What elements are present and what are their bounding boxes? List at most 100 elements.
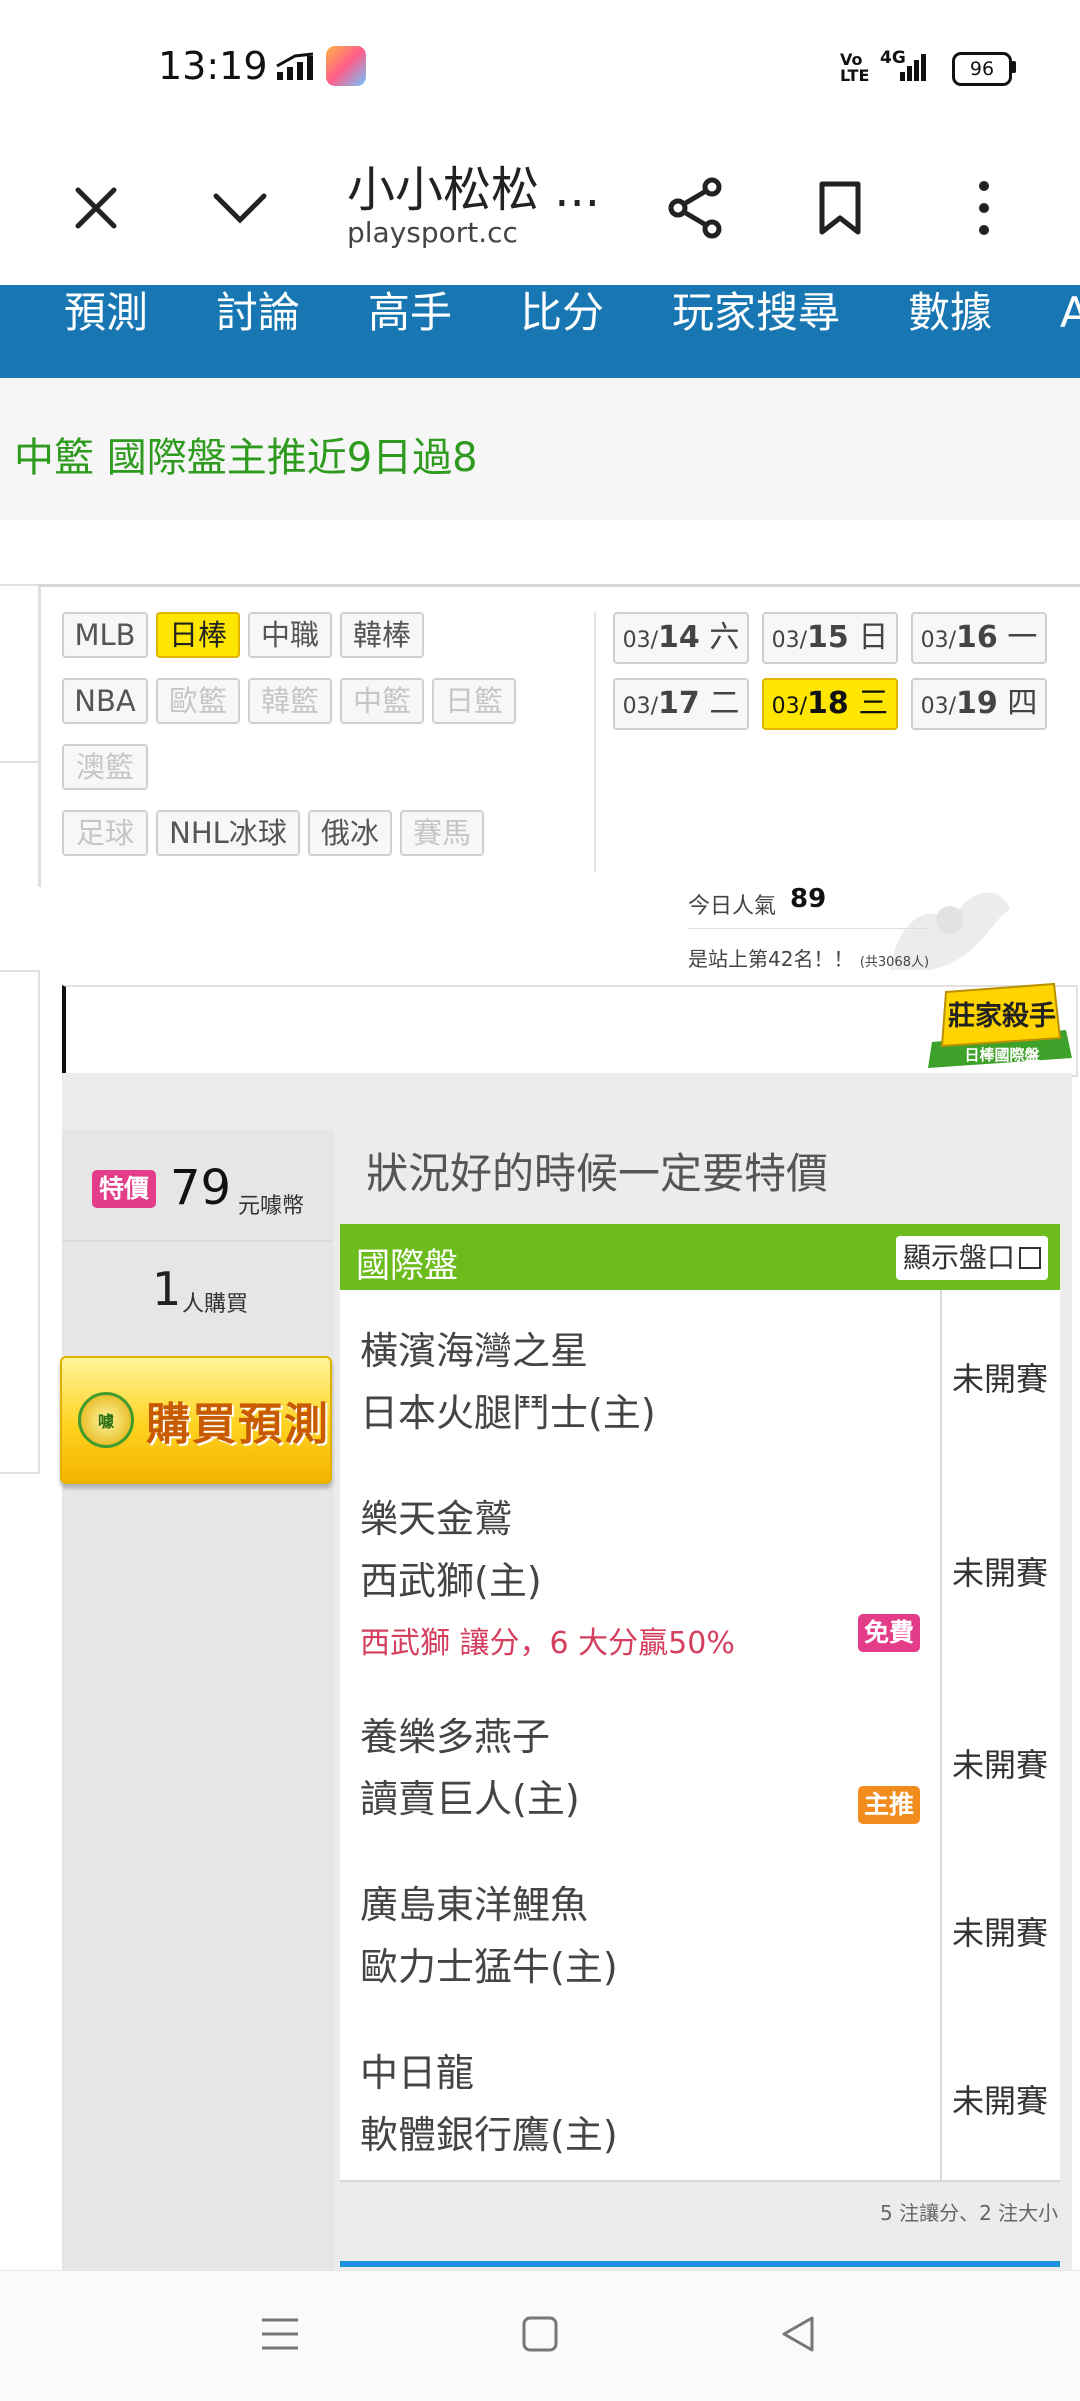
page-title: 小小松松 ... bbox=[347, 162, 601, 218]
league-chip-disabled: 賽馬 bbox=[400, 810, 484, 856]
free-tag: 免費 bbox=[858, 1614, 920, 1652]
show-odds-label: 顯示盤口 bbox=[902, 1241, 1015, 1274]
table-row[interactable]: 中日龍 軟體銀行鷹(主) 未開賽 bbox=[340, 2012, 1060, 2182]
dealer-killer-badge: 莊家殺手 日棒國際盤 bbox=[924, 980, 1074, 1072]
nav-item-scores[interactable]: 比分 bbox=[520, 285, 604, 378]
back-triangle-icon[interactable] bbox=[758, 2302, 838, 2366]
buyers-count: 1 bbox=[152, 1262, 182, 1316]
row-divider bbox=[940, 1458, 942, 1676]
volte-indicator: Vo LTE bbox=[840, 50, 870, 85]
date-chip[interactable]: 03/15 日 bbox=[762, 612, 898, 664]
offer-divider bbox=[62, 1240, 334, 1242]
nav-item-player-search[interactable]: 玩家搜尋 bbox=[672, 285, 840, 378]
bet-summary: 5 注讓分、2 注大小 bbox=[880, 2201, 1059, 2225]
home-team: 軟體銀行鷹(主) bbox=[360, 2113, 618, 2157]
cell-signal-icon bbox=[900, 52, 928, 86]
home-team: 西武獅(主) bbox=[360, 1559, 542, 1603]
page-url[interactable]: playsport.cc bbox=[347, 216, 518, 249]
date-chip[interactable]: 03/19 四 bbox=[911, 678, 1047, 730]
status-time: 13:19 bbox=[158, 44, 268, 88]
menu-icon[interactable] bbox=[240, 2302, 320, 2366]
league-chip-active[interactable]: 日棒 bbox=[156, 612, 240, 658]
badge-title: 莊家殺手 bbox=[948, 1001, 1056, 1032]
battery-tip bbox=[1011, 61, 1016, 73]
table-title: 國際盤 bbox=[356, 1246, 458, 1286]
match-status: 未開賽 bbox=[952, 1914, 1049, 1952]
prediction-note: 西武獅 讓分，6 大分贏50% bbox=[360, 1626, 735, 1661]
offer-slogan: 狀況好的時候一定要特價 bbox=[366, 1149, 829, 1198]
date-chip[interactable]: 03/16 一 bbox=[911, 612, 1047, 664]
nav-item-predict[interactable]: 預測 bbox=[64, 285, 148, 378]
league-chip-disabled: 韓籃 bbox=[248, 678, 332, 724]
league-chip[interactable]: MLB bbox=[62, 612, 148, 658]
coin-icon: 噱 bbox=[78, 1392, 134, 1448]
league-chip[interactable]: NHL冰球 bbox=[156, 810, 300, 856]
away-team: 橫濱海灣之星 bbox=[360, 1329, 589, 1373]
rank-divider bbox=[688, 928, 928, 929]
panel-divider bbox=[594, 612, 596, 872]
row-divider bbox=[940, 1290, 942, 1458]
row-divider bbox=[940, 1676, 942, 1844]
side-panel bbox=[0, 584, 40, 763]
buy-prediction-button[interactable]: 噱 購買預測 bbox=[60, 1356, 332, 1484]
checkbox-icon bbox=[1019, 1247, 1041, 1269]
badge-subtitle: 日棒國際盤 bbox=[964, 1046, 1040, 1064]
chevron-down-icon[interactable] bbox=[200, 168, 280, 248]
rank-text: 是站上第42名！！ (共3068人) bbox=[688, 943, 929, 972]
app-notification-icon bbox=[326, 46, 366, 86]
main-nav: 預測 討論 高手 比分 玩家搜尋 數據 A bbox=[0, 285, 1080, 378]
popularity-value: 89 bbox=[790, 884, 827, 914]
rank-total: (共3068人) bbox=[859, 955, 930, 970]
buyers-unit: 人購買 bbox=[182, 1292, 249, 1317]
nav-item-overflow[interactable]: A bbox=[1060, 285, 1080, 378]
date-chip[interactable]: 03/17 二 bbox=[613, 678, 749, 730]
nav-item-discuss[interactable]: 討論 bbox=[216, 285, 300, 378]
match-status: 未開賽 bbox=[952, 1746, 1049, 1784]
main-pick-tag: 主推 bbox=[858, 1786, 920, 1824]
match-status: 未開賽 bbox=[952, 1554, 1049, 1592]
league-chip-disabled: 日籃 bbox=[432, 678, 516, 724]
date-chip-active[interactable]: 03/18 三 bbox=[762, 678, 898, 730]
nav-item-experts[interactable]: 高手 bbox=[368, 285, 452, 378]
show-odds-button[interactable]: 顯示盤口 bbox=[896, 1236, 1048, 1280]
home-square-icon[interactable] bbox=[500, 2302, 580, 2366]
table-row[interactable]: 廣島東洋鯉魚 歐力士猛牛(主) 未開賽 bbox=[340, 1844, 1060, 2014]
bookmark-icon[interactable] bbox=[800, 168, 880, 248]
league-chip[interactable]: NBA bbox=[62, 678, 148, 724]
price-value: 79 bbox=[170, 1160, 232, 1216]
side-panel bbox=[0, 970, 40, 1474]
buy-prediction-label: 購買預測 bbox=[146, 1399, 330, 1450]
league-chip[interactable]: 俄冰 bbox=[308, 810, 392, 856]
section-divider bbox=[340, 2261, 1060, 2267]
match-status: 未開賽 bbox=[952, 1360, 1049, 1398]
away-team: 樂天金鷲 bbox=[360, 1497, 513, 1541]
table-row[interactable]: 橫濱海灣之星 日本火腿鬥士(主) 未開賽 bbox=[340, 1290, 1060, 1460]
away-team: 養樂多燕子 bbox=[360, 1715, 551, 1759]
nav-item-data[interactable]: 數據 bbox=[908, 285, 992, 378]
special-price-badge: 特價 bbox=[92, 1170, 156, 1208]
league-chip-disabled: 歐籃 bbox=[156, 678, 240, 724]
more-vert-icon[interactable] bbox=[944, 168, 1024, 248]
away-team: 廣島東洋鯉魚 bbox=[360, 1883, 589, 1927]
league-chip[interactable]: 韓棒 bbox=[340, 612, 424, 658]
league-chip[interactable]: 中職 bbox=[248, 612, 332, 658]
signal-speed-icon bbox=[275, 52, 317, 86]
home-team: 歐力士猛牛(主) bbox=[360, 1945, 618, 1989]
match-status: 未開賽 bbox=[952, 2082, 1049, 2120]
battery-icon: 96 bbox=[952, 52, 1012, 86]
share-icon[interactable] bbox=[656, 168, 736, 248]
league-chip-disabled: 足球 bbox=[62, 810, 148, 856]
league-chip-disabled: 澳籃 bbox=[62, 744, 148, 790]
price-unit: 元噱幣 bbox=[238, 1194, 305, 1219]
date-chip[interactable]: 03/14 六 bbox=[613, 612, 749, 664]
rank-text-main: 是站上第42名！！ bbox=[688, 947, 854, 971]
close-icon[interactable] bbox=[56, 168, 136, 248]
row-divider bbox=[940, 1844, 942, 2012]
away-team: 中日龍 bbox=[360, 2051, 475, 2095]
table-row[interactable]: 樂天金鷲 西武獅(主) 西武獅 讓分，6 大分贏50% 免費 未開賽 bbox=[340, 1458, 1060, 1678]
table-row[interactable]: 養樂多燕子 讀賣巨人(主) 主推 未開賽 bbox=[340, 1676, 1060, 1846]
home-team: 讀賣巨人(主) bbox=[360, 1777, 580, 1821]
popularity-label: 今日人氣 bbox=[688, 894, 777, 919]
promo-text[interactable]: 中籃 國際盤主推近9日過8 bbox=[14, 425, 478, 483]
row-divider bbox=[940, 2012, 942, 2180]
